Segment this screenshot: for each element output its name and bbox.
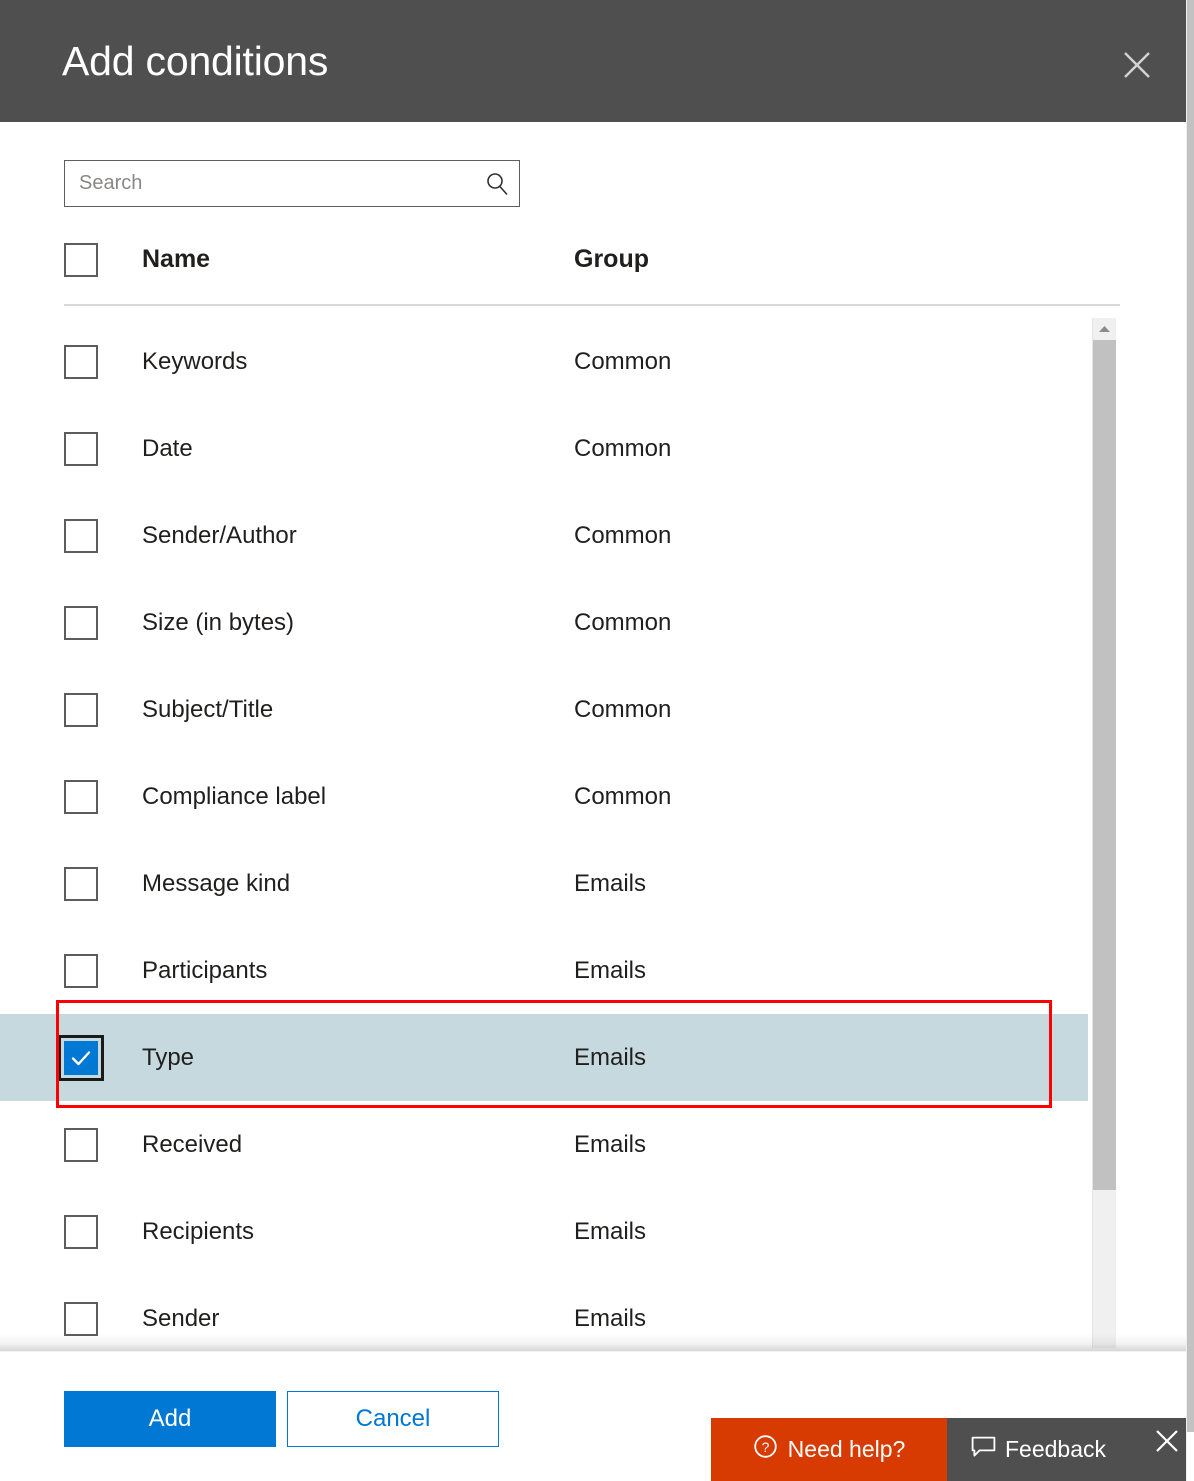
table-row[interactable]: Sender/AuthorCommon — [0, 492, 1088, 579]
row-group: Emails — [574, 1044, 646, 1072]
question-circle-icon: ? — [753, 1434, 778, 1465]
row-checkbox[interactable] — [64, 693, 98, 727]
row-group: Common — [574, 522, 671, 550]
close-icon[interactable] — [1150, 1424, 1184, 1458]
table-row[interactable]: RecipientsEmails — [0, 1188, 1088, 1275]
cancel-button[interactable]: Cancel — [287, 1391, 499, 1447]
table-row[interactable]: KeywordsCommon — [0, 318, 1088, 405]
page-scrollbar[interactable] — [1186, 0, 1194, 1481]
table-row[interactable]: DateCommon — [0, 405, 1088, 492]
table-row[interactable]: ReceivedEmails — [0, 1101, 1088, 1188]
page-title: Add conditions — [62, 36, 328, 86]
row-name: Subject/Title — [98, 696, 574, 724]
add-conditions-dialog: Add conditions Name Group KeywordsCommon… — [0, 0, 1194, 1481]
row-group: Common — [574, 783, 671, 811]
row-name: Sender/Author — [98, 522, 574, 550]
row-checkbox[interactable] — [64, 1302, 98, 1336]
row-group: Emails — [574, 1305, 646, 1333]
conditions-list-rows: KeywordsCommonDateCommonSender/AuthorCom… — [0, 318, 1088, 1348]
add-button[interactable]: Add — [64, 1391, 276, 1447]
row-checkbox[interactable] — [64, 1041, 98, 1075]
feedback-button[interactable]: Feedback — [971, 1436, 1106, 1464]
row-checkbox[interactable] — [64, 1128, 98, 1162]
table-row[interactable]: Size (in bytes)Common — [0, 579, 1088, 666]
column-header-name[interactable]: Name — [98, 245, 574, 274]
row-group: Emails — [574, 1131, 646, 1159]
row-name: Participants — [98, 957, 574, 985]
row-checkbox[interactable] — [64, 954, 98, 988]
row-checkbox[interactable] — [64, 432, 98, 466]
table-row[interactable]: ParticipantsEmails — [0, 927, 1088, 1014]
row-checkbox[interactable] — [64, 867, 98, 901]
row-name: Compliance label — [98, 783, 574, 811]
row-name: Date — [98, 435, 574, 463]
row-name: Received — [98, 1131, 574, 1159]
row-group: Common — [574, 696, 671, 724]
list-scrollbar[interactable] — [1092, 318, 1116, 1348]
row-checkbox[interactable] — [64, 1215, 98, 1249]
chat-bubble-icon — [971, 1436, 996, 1464]
need-help-button[interactable]: ? Need help? — [711, 1418, 947, 1481]
column-header-group[interactable]: Group — [574, 245, 649, 274]
list-scrollbar-thumb[interactable] — [1093, 340, 1116, 1190]
help-feedback-bar: ? Need help? Feedback — [711, 1418, 1194, 1481]
row-name: Keywords — [98, 348, 574, 376]
header-divider — [64, 304, 1120, 306]
row-name: Sender — [98, 1305, 574, 1333]
svg-text:?: ? — [761, 1439, 769, 1455]
feedback-label: Feedback — [1005, 1436, 1106, 1463]
search-box[interactable] — [64, 160, 520, 207]
row-name: Recipients — [98, 1218, 574, 1246]
page-scrollbar-thumb[interactable] — [1187, 0, 1194, 1432]
select-all-checkbox[interactable] — [64, 243, 98, 277]
need-help-label: Need help? — [788, 1436, 906, 1463]
row-group: Common — [574, 435, 671, 463]
row-name: Message kind — [98, 870, 574, 898]
table-row[interactable]: Message kindEmails — [0, 840, 1088, 927]
conditions-list: KeywordsCommonDateCommonSender/AuthorCom… — [0, 318, 1186, 1348]
row-group: Emails — [574, 1218, 646, 1246]
row-group: Emails — [574, 870, 646, 898]
close-icon[interactable] — [1112, 40, 1162, 90]
row-checkbox[interactable] — [64, 606, 98, 640]
row-checkbox[interactable] — [64, 780, 98, 814]
row-checkbox[interactable] — [64, 519, 98, 553]
feedback-section: Feedback — [947, 1418, 1194, 1481]
row-group: Common — [574, 609, 671, 637]
list-bottom-shadow — [0, 1334, 1186, 1352]
table-row[interactable]: Subject/TitleCommon — [0, 666, 1088, 753]
row-name: Type — [98, 1044, 574, 1072]
table-row[interactable]: TypeEmails — [0, 1014, 1088, 1101]
search-input[interactable] — [65, 161, 475, 206]
dialog-header: Add conditions — [0, 0, 1186, 122]
scroll-up-arrow-icon[interactable] — [1093, 318, 1116, 340]
search-icon[interactable] — [475, 161, 519, 206]
row-checkbox[interactable] — [64, 345, 98, 379]
table-header-row: Name Group — [64, 232, 1088, 287]
table-row[interactable]: Compliance labelCommon — [0, 753, 1088, 840]
row-group: Emails — [574, 957, 646, 985]
row-group: Common — [574, 348, 671, 376]
row-name: Size (in bytes) — [98, 609, 574, 637]
